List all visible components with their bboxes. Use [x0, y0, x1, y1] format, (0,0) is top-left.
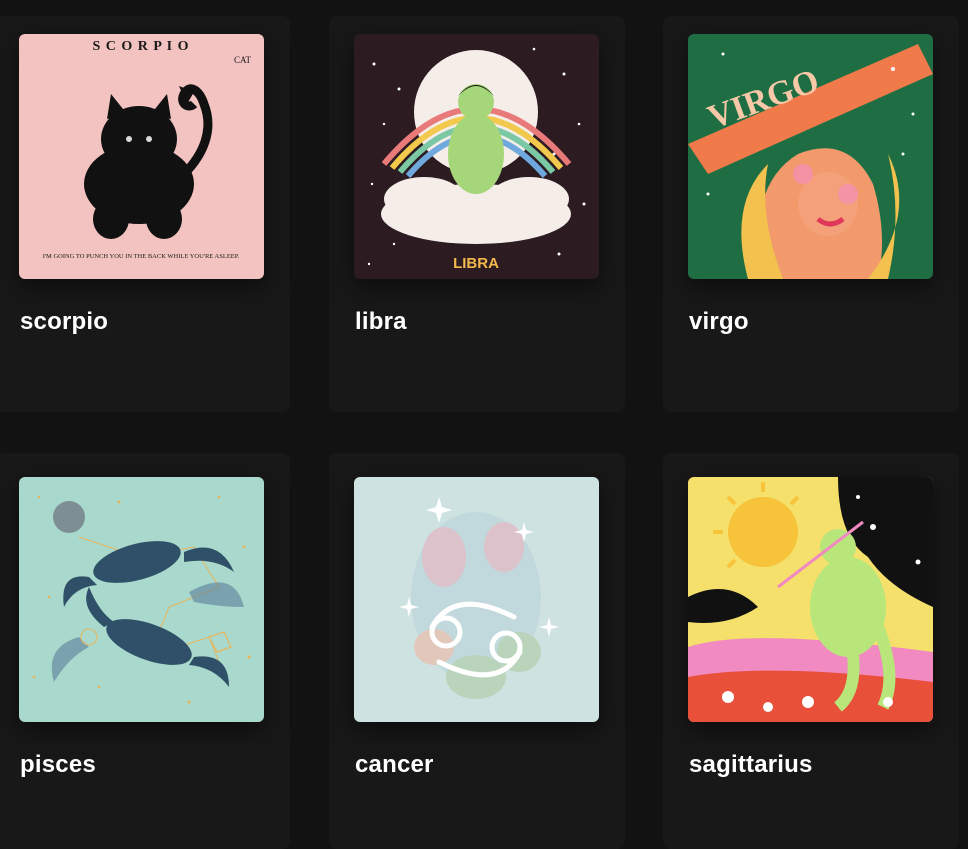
playlist-card-scorpio[interactable]: S C O R P I O CAT I'M GOING TO PUNCH YOU… [0, 16, 290, 412]
playlist-title[interactable]: pisces [20, 751, 96, 779]
playlist-cover-libra: LIBRA [354, 34, 599, 279]
playlist-cover-virgo: VIRGO [688, 34, 933, 279]
playlist-title[interactable]: libra [355, 308, 407, 336]
playlist-cover-pisces [19, 477, 264, 722]
playlist-cover-sagittarius [688, 477, 933, 722]
scorpio-cover-heading: S C O R P I O [92, 39, 189, 54]
playlist-cover-scorpio: S C O R P I O CAT I'M GOING TO PUNCH YOU… [19, 34, 264, 279]
playlist-card-virgo[interactable]: VIRGO virgo [663, 16, 959, 412]
scorpio-cover-subheading: CAT [234, 55, 252, 65]
playlist-title[interactable]: virgo [689, 308, 749, 336]
playlist-title[interactable]: scorpio [20, 308, 108, 336]
libra-cover-text: LIBRA [453, 255, 499, 272]
playlist-card-sagittarius[interactable]: sagittarius [663, 453, 959, 849]
scorpio-cover-caption: I'M GOING TO PUNCH YOU IN THE BACK WHILE… [43, 253, 240, 260]
playlist-card-libra[interactable]: LIBRA libra [329, 16, 625, 412]
playlist-cover-cancer [354, 477, 599, 722]
playlist-card-cancer[interactable]: cancer [329, 453, 625, 849]
playlist-title[interactable]: cancer [355, 751, 434, 779]
playlist-title[interactable]: sagittarius [689, 751, 813, 779]
playlist-card-pisces[interactable]: pisces [0, 453, 290, 849]
